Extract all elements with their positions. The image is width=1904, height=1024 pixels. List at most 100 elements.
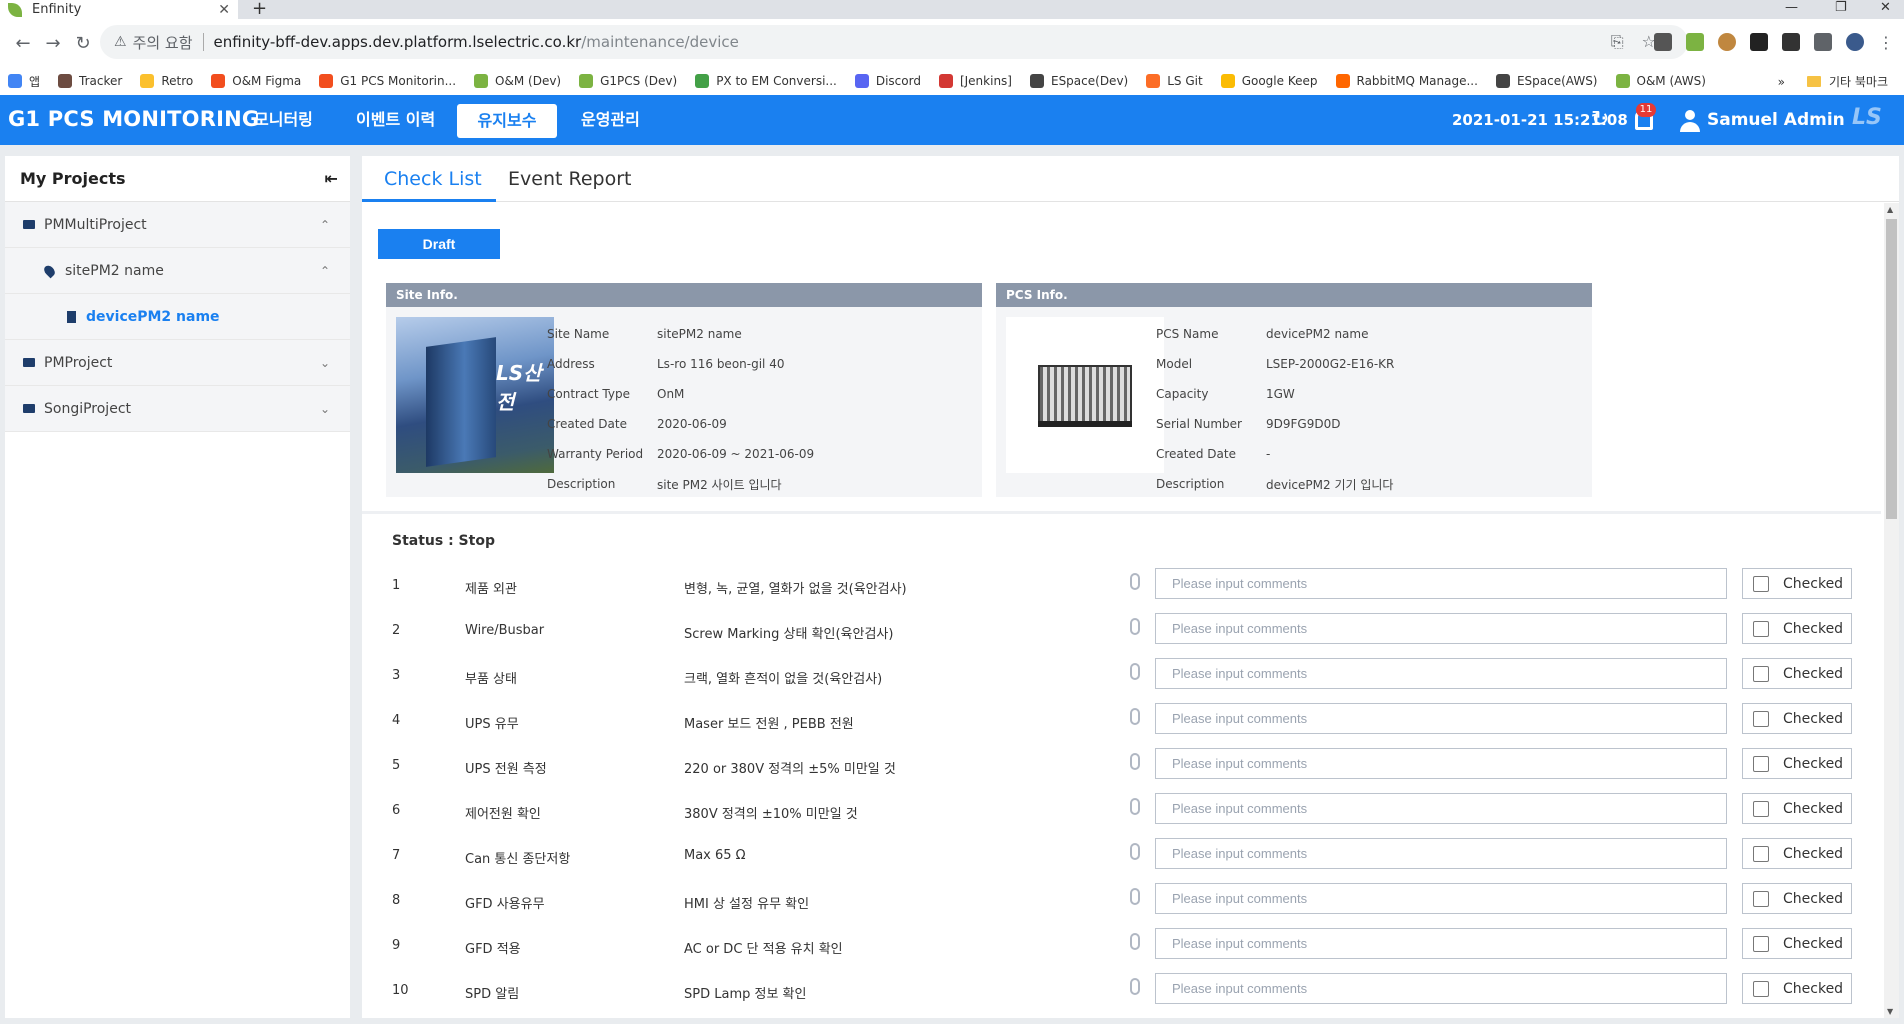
collapse-sidebar-icon[interactable]: ⇤ <box>325 169 338 188</box>
bookmark-item[interactable]: G1PCS (Dev) <box>579 74 677 88</box>
bookmark-item[interactable]: RabbitMQ Manage... <box>1335 74 1478 88</box>
app-brand[interactable]: G1 PCS MONITORING <box>8 107 259 131</box>
user-name[interactable]: Samuel Admin <box>1707 95 1845 145</box>
chevron-up-icon[interactable]: ⌃ <box>320 264 330 278</box>
close-tab-icon[interactable]: ✕ <box>218 2 230 18</box>
jetbrains-icon[interactable] <box>1750 33 1768 51</box>
sidebar-item[interactable]: PMProject ⌄ <box>5 340 350 386</box>
checkbox-icon[interactable] <box>1753 620 1769 637</box>
sidebar-item[interactable]: PMMultiProject ⌃ <box>5 202 350 248</box>
paperclip-icon[interactable] <box>1130 618 1140 635</box>
nav-event-history[interactable]: 이벤트 이력 <box>356 95 435 145</box>
checkbox-icon[interactable] <box>1753 980 1769 997</box>
bookmark-item[interactable]: O&M (Dev) <box>474 74 561 88</box>
paperclip-icon[interactable] <box>1130 798 1140 815</box>
user-icon[interactable] <box>1680 110 1700 132</box>
minimize-icon[interactable]: — <box>1785 0 1798 15</box>
address-bar[interactable]: ⚠ 주의 요함 enfinity-bff-dev.apps.dev.platfo… <box>100 25 1688 59</box>
checked-checkbox[interactable]: Checked <box>1742 793 1852 824</box>
bookmark-item[interactable]: 앱 <box>8 73 40 90</box>
tab-event-report[interactable]: Event Report <box>508 168 631 190</box>
paperclip-icon[interactable] <box>1130 663 1140 680</box>
checked-checkbox[interactable]: Checked <box>1742 568 1852 599</box>
bookmarks-more-icon[interactable]: » <box>1778 75 1785 89</box>
checkbox-icon[interactable] <box>1753 890 1769 907</box>
paperclip-icon[interactable] <box>1130 573 1140 590</box>
checked-checkbox[interactable]: Checked <box>1742 973 1852 1004</box>
checked-checkbox[interactable]: Checked <box>1742 838 1852 869</box>
comment-input[interactable] <box>1155 658 1727 689</box>
security-warning[interactable]: 주의 요함 <box>133 32 193 53</box>
extension-icon[interactable] <box>1654 33 1672 51</box>
checkbox-icon[interactable] <box>1753 800 1769 817</box>
back-icon[interactable]: ← <box>8 33 38 54</box>
scroll-up-icon[interactable]: ▲ <box>1887 205 1893 214</box>
bookmark-item[interactable]: O&M Figma <box>211 74 301 88</box>
checked-checkbox[interactable]: Checked <box>1742 883 1852 914</box>
close-window-icon[interactable]: ✕ <box>1880 0 1891 15</box>
profile-avatar[interactable] <box>1846 33 1864 51</box>
android-icon[interactable] <box>1686 33 1704 51</box>
bookmark-item[interactable]: [Jenkins] <box>938 74 1012 88</box>
restore-icon[interactable]: ❐ <box>1835 0 1847 15</box>
checked-checkbox[interactable]: Checked <box>1742 928 1852 959</box>
scroll-thumb[interactable] <box>1886 219 1897 519</box>
nav-monitoring[interactable]: 모니터링 <box>254 95 313 145</box>
checkbox-icon[interactable] <box>1753 845 1769 862</box>
draft-button[interactable]: Draft <box>378 229 500 259</box>
chevron-up-icon[interactable]: ⌃ <box>320 218 330 232</box>
paperclip-icon[interactable] <box>1130 843 1140 860</box>
paperclip-icon[interactable] <box>1130 978 1140 995</box>
bookmark-item[interactable]: Google Keep <box>1220 74 1318 88</box>
warning-icon[interactable]: ⚠ <box>114 34 127 50</box>
cube-icon[interactable] <box>1782 33 1800 51</box>
bookmark-item[interactable]: LS Git <box>1146 74 1203 88</box>
chevron-down-icon[interactable]: ⌄ <box>320 356 330 370</box>
checkbox-icon[interactable] <box>1753 710 1769 727</box>
checkbox-icon[interactable] <box>1753 935 1769 952</box>
sidebar-item[interactable]: sitePM2 name ⌃ <box>5 248 350 294</box>
new-tab-button[interactable]: + <box>252 0 267 18</box>
bookmark-item[interactable]: G1 PCS Monitorin... <box>319 74 456 88</box>
comment-input[interactable] <box>1155 568 1727 599</box>
menu-kebab-icon[interactable]: ⋮ <box>1878 33 1894 52</box>
bookmark-item[interactable]: O&M (AWS) <box>1615 74 1706 88</box>
comment-input[interactable] <box>1155 613 1727 644</box>
checked-checkbox[interactable]: Checked <box>1742 613 1852 644</box>
refresh-icon[interactable]: ↻ <box>1591 107 1609 132</box>
bookmark-item[interactable]: Tracker <box>58 74 122 88</box>
other-bookmarks-label[interactable]: 기타 북마크 <box>1829 73 1888 90</box>
vertical-scrollbar[interactable]: ▲ ▼ <box>1884 203 1899 1018</box>
forward-icon[interactable]: → <box>38 33 68 54</box>
paperclip-icon[interactable] <box>1130 708 1140 725</box>
comment-input[interactable] <box>1155 793 1727 824</box>
puzzle-icon[interactable] <box>1814 33 1832 51</box>
checked-checkbox[interactable]: Checked <box>1742 748 1852 779</box>
nav-maintenance[interactable]: 유지보수 <box>457 104 557 138</box>
checked-checkbox[interactable]: Checked <box>1742 703 1852 734</box>
comment-input[interactable] <box>1155 883 1727 914</box>
checklist-scroll-area[interactable]: Draft Site Info. LS산전 Site Name sitePM2 n… <box>362 203 1881 1018</box>
paperclip-icon[interactable] <box>1130 888 1140 905</box>
checkbox-icon[interactable] <box>1753 575 1769 592</box>
tab-check-list[interactable]: Check List <box>384 168 482 190</box>
checked-checkbox[interactable]: Checked <box>1742 658 1852 689</box>
comment-input[interactable] <box>1155 838 1727 869</box>
bookmark-item[interactable]: ESpace(Dev) <box>1029 74 1128 88</box>
comment-input[interactable] <box>1155 703 1727 734</box>
cookie-icon[interactable] <box>1718 33 1736 51</box>
checkbox-icon[interactable] <box>1753 665 1769 682</box>
browser-tab[interactable]: Enfinity ✕ <box>0 0 238 19</box>
comment-input[interactable] <box>1155 928 1727 959</box>
comment-input[interactable] <box>1155 748 1727 779</box>
bookmark-item[interactable]: ESpace(AWS) <box>1495 74 1598 88</box>
reload-icon[interactable]: ↻ <box>68 33 98 54</box>
checkbox-icon[interactable] <box>1753 755 1769 772</box>
bookmark-item[interactable]: Discord <box>854 74 921 88</box>
paperclip-icon[interactable] <box>1130 753 1140 770</box>
bookmark-item[interactable]: PX to EM Conversi... <box>695 74 837 88</box>
scroll-down-icon[interactable]: ▼ <box>1887 1007 1893 1016</box>
sidebar-item[interactable]: devicePM2 name <box>5 294 350 340</box>
sidebar-item[interactable]: SongiProject ⌄ <box>5 386 350 432</box>
chevron-down-icon[interactable]: ⌄ <box>320 402 330 416</box>
